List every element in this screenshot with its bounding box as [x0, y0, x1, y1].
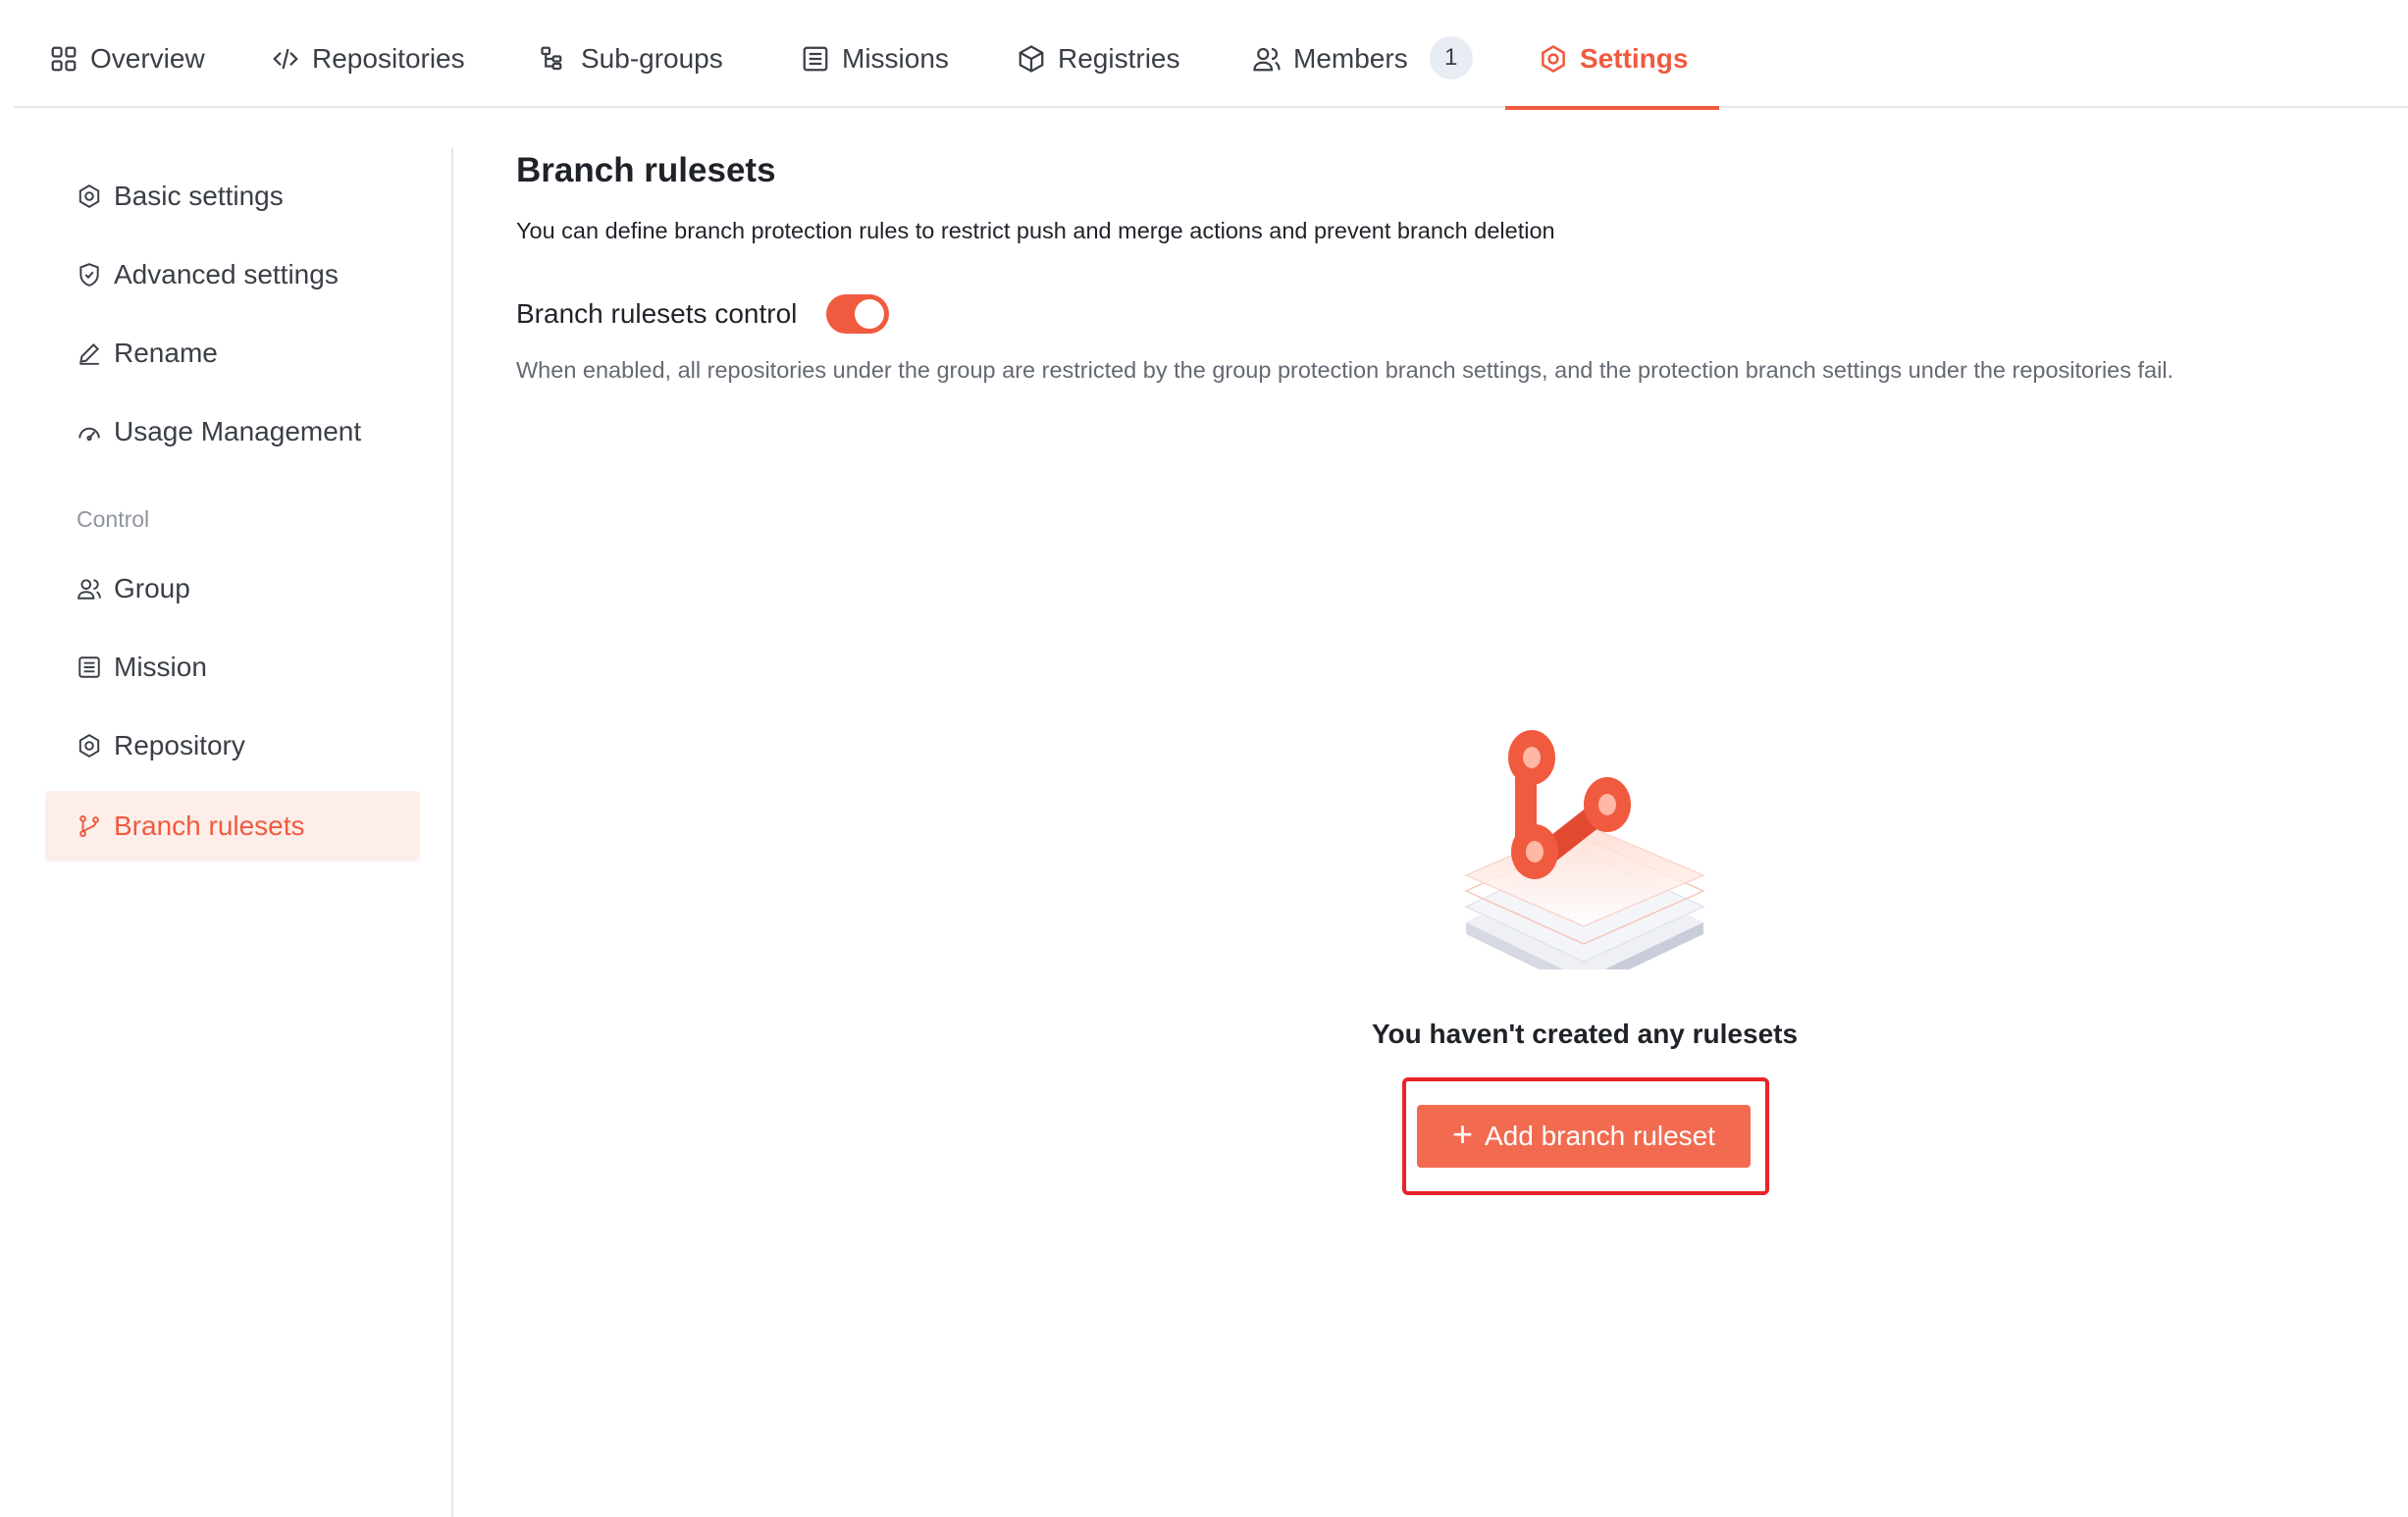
sidebar-group-label: Control — [77, 506, 150, 532]
tab-label: Repositories — [312, 43, 465, 74]
gear-icon — [77, 183, 102, 209]
branch-icon — [77, 813, 102, 839]
pencil-icon — [77, 340, 102, 366]
page-description: You can define branch protection rules t… — [516, 218, 1555, 243]
tab-label: Settings — [1580, 43, 1689, 74]
sidebar-item-repository[interactable]: Repository — [45, 710, 420, 781]
sidebar-item-rename[interactable]: Rename — [45, 318, 420, 389]
tab-repositories[interactable]: Repositories — [271, 43, 465, 108]
users-icon — [1252, 44, 1282, 74]
rulesets-control-toggle[interactable] — [826, 294, 889, 334]
shield-icon — [77, 262, 102, 288]
sidebar-item-label: Advanced settings — [114, 259, 339, 289]
sidebar-item-label: Mission — [114, 652, 207, 682]
tab-label: Overview — [90, 43, 205, 74]
empty-state-illustration — [1458, 714, 1713, 991]
sidebar-item-label: Basic settings — [114, 181, 284, 211]
sidebar-item-label: Branch rulesets — [114, 811, 305, 841]
users-icon — [77, 576, 102, 602]
page-title: Branch rulesets — [516, 151, 776, 189]
plus-icon: + — [1451, 1114, 1473, 1154]
tree-icon — [540, 44, 569, 74]
tab-missions[interactable]: Missions — [801, 43, 949, 108]
box-icon — [1017, 44, 1046, 74]
rulesets-control-label: Branch rulesets control — [516, 298, 798, 329]
tab-label: Missions — [842, 43, 949, 74]
list-icon — [801, 44, 830, 74]
settings-sidebar: Basic settings Advanced settings Rename … — [0, 108, 453, 1517]
gauge-icon — [77, 419, 102, 445]
grid-icon — [49, 44, 79, 74]
sidebar-divider — [451, 147, 453, 1517]
tab-label: Registries — [1058, 43, 1180, 74]
list-icon — [77, 654, 102, 680]
tab-settings[interactable]: Settings — [1504, 43, 1721, 110]
sidebar-item-label: Repository — [114, 730, 245, 760]
sidebar-item-usage-management[interactable]: Usage Management — [45, 396, 420, 467]
sidebar-item-label: Usage Management — [114, 416, 362, 446]
tab-members[interactable]: Members 1 — [1252, 36, 1473, 108]
tab-label: Members — [1293, 43, 1408, 74]
rulesets-control-help: When enabled, all repositories under the… — [516, 357, 2174, 383]
add-branch-ruleset-button[interactable]: + Add branch ruleset — [1417, 1105, 1751, 1168]
add-button-label: Add branch ruleset — [1484, 1121, 1716, 1151]
sidebar-item-label: Rename — [114, 338, 218, 368]
gear-icon — [77, 733, 102, 758]
tab-sub-groups[interactable]: Sub-groups — [540, 43, 723, 108]
tab-overview[interactable]: Overview — [49, 43, 205, 108]
sidebar-item-mission[interactable]: Mission — [45, 632, 420, 703]
top-tab-bar: Overview Repositories Sub-groups Mission… — [14, 0, 2408, 110]
tab-registries[interactable]: Registries — [1017, 43, 1179, 108]
code-icon — [271, 44, 300, 74]
toggle-knob — [855, 299, 884, 329]
sidebar-item-branch-rulesets[interactable]: Branch rulesets — [45, 791, 420, 862]
gear-icon — [1539, 44, 1568, 74]
tab-label: Sub-groups — [581, 43, 723, 74]
empty-state-message: You haven't created any rulesets — [1371, 1019, 1799, 1049]
members-count-badge: 1 — [1429, 36, 1473, 79]
sidebar-item-basic-settings[interactable]: Basic settings — [45, 161, 420, 232]
sidebar-item-advanced-settings[interactable]: Advanced settings — [45, 239, 420, 310]
sidebar-item-group[interactable]: Group — [45, 553, 420, 624]
sidebar-item-label: Group — [114, 573, 190, 603]
